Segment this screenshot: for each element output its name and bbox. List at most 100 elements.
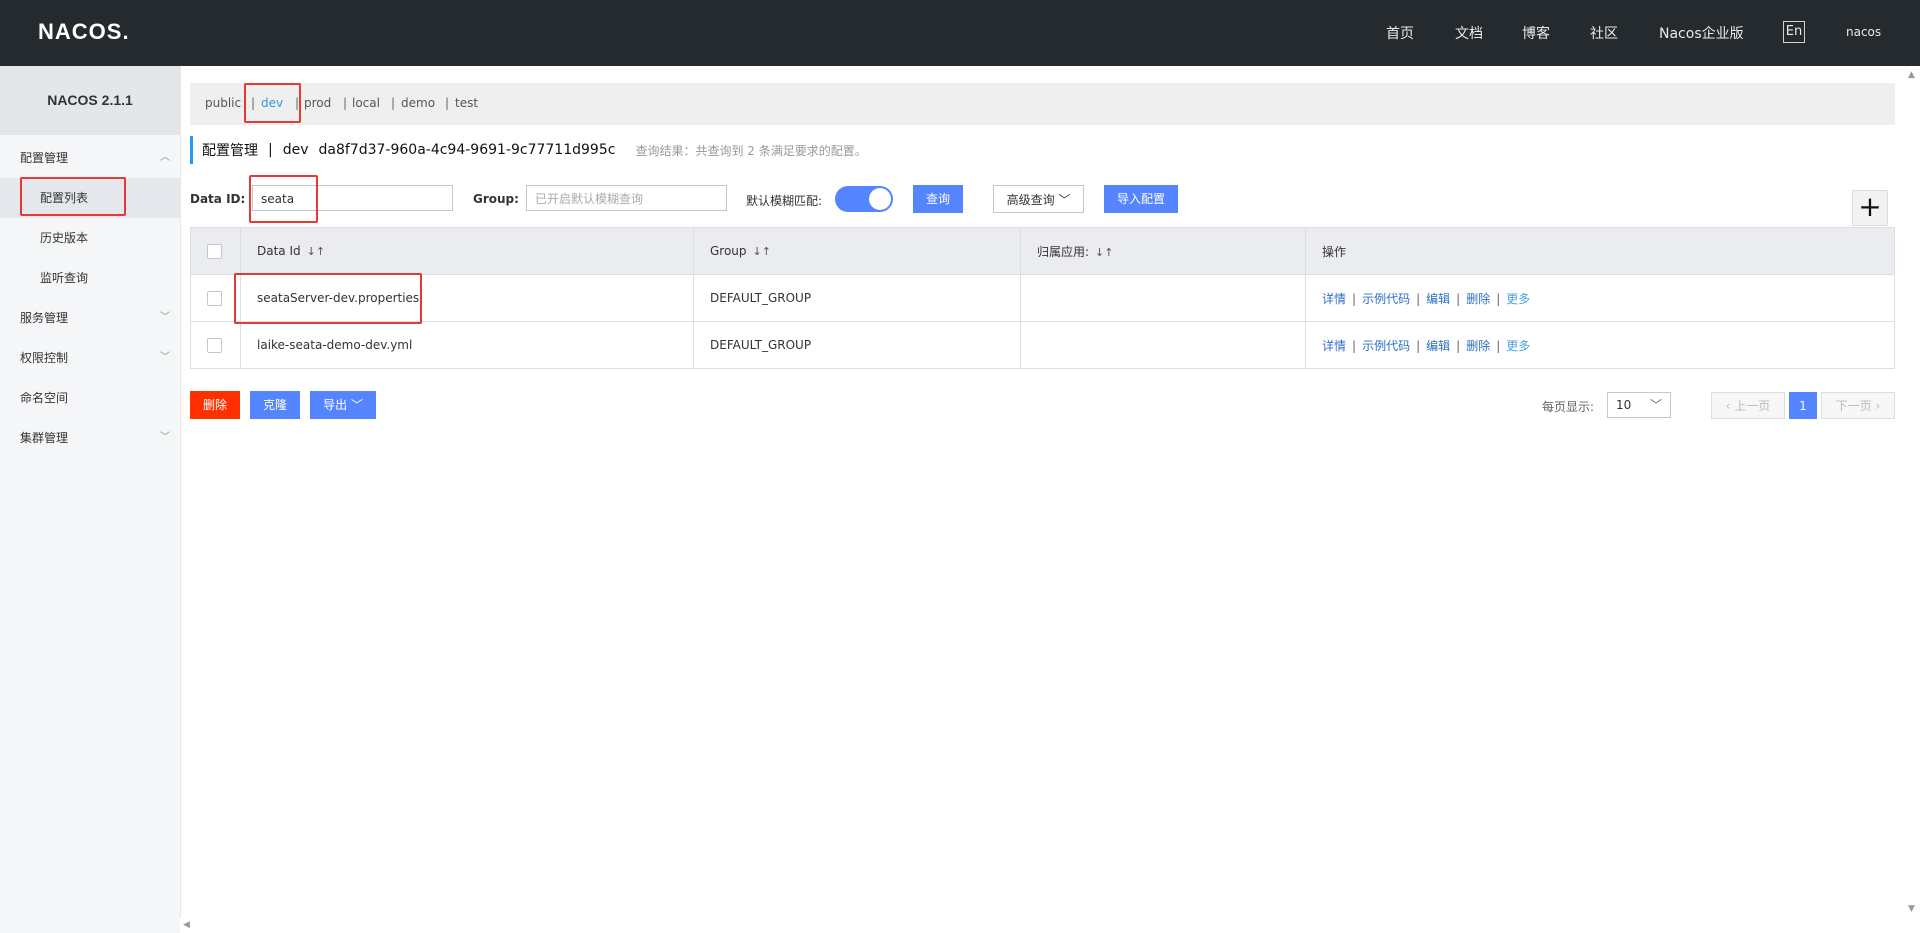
sort-icon[interactable]: ↓↑ <box>307 245 325 258</box>
col-group[interactable]: Group ↓↑ <box>693 227 1021 275</box>
user-name[interactable]: nacos <box>1846 25 1881 39</box>
namespace-demo[interactable]: demo <box>401 96 435 110</box>
row-checkbox-cell <box>190 274 241 322</box>
query-button[interactable]: 查询 <box>913 185 963 213</box>
col-app[interactable]: 归属应用: ↓↑ <box>1020 227 1306 275</box>
nav-community[interactable]: 社区 <box>1590 0 1618 66</box>
row-checkbox[interactable] <box>207 290 222 306</box>
ops-separator: | <box>1416 291 1421 306</box>
edit-link[interactable]: 编辑 <box>1426 339 1450 353</box>
nav-enterprise[interactable]: Nacos企业版 <box>1659 0 1744 66</box>
nav-blog[interactable]: 博客 <box>1522 0 1550 66</box>
detail-link[interactable]: 详情 <box>1322 339 1346 353</box>
batch-delete-button[interactable]: 删除 <box>190 391 240 419</box>
namespace-id: da8f7d37-960a-4c94-9691-9c77711d995c <box>318 142 616 158</box>
sort-icon[interactable]: ↓↑ <box>753 245 771 258</box>
horizontal-scrollbar[interactable]: ◀ <box>180 918 1905 933</box>
add-config-button[interactable]: + <box>1852 190 1888 226</box>
group-label: Group: <box>473 192 519 206</box>
config-table: Data Id ↓↑ Group ↓↑ 归属应用: ↓↑ 操作 seataServer… <box>190 227 1895 369</box>
clone-button[interactable]: 克隆 <box>250 391 300 419</box>
sort-icon[interactable]: ↓↑ <box>1095 246 1113 259</box>
col-ops: 操作 <box>1305 227 1895 275</box>
col-app-label: 归属应用: <box>1037 244 1090 259</box>
nav-docs[interactable]: 文档 <box>1455 0 1483 66</box>
sidebar-item-config[interactable]: 配置管理 ︿ <box>0 138 180 178</box>
next-page-button[interactable]: 下一页 › <box>1821 392 1895 419</box>
delete-link[interactable]: 删除 <box>1466 292 1490 306</box>
scroll-up-icon[interactable]: ▲ <box>1908 70 1915 80</box>
more-link[interactable]: 更多 <box>1506 339 1530 353</box>
data-id-label: Data ID: <box>190 192 246 206</box>
scroll-left-icon[interactable]: ◀ <box>183 920 190 930</box>
title-separator: | <box>268 142 273 158</box>
col-data-id[interactable]: Data Id ↓↑ <box>240 227 694 275</box>
group-input[interactable]: 已开启默认模糊查询 <box>526 185 727 211</box>
cell-ops: 详情 | 示例代码 | 编辑 | 删除 | 更多 <box>1305 274 1895 322</box>
sidebar-item-label: 监听查询 <box>40 271 89 285</box>
sidebar-item-cluster[interactable]: 集群管理 ﹀ <box>0 418 180 458</box>
table-row: seataServer-dev.properties DEFAULT_GROUP… <box>190 274 1895 322</box>
export-button[interactable]: 导出 ﹀ <box>310 391 376 419</box>
sidebar-item-namespace[interactable]: 命名空间 <box>0 378 180 418</box>
sample-code-link[interactable]: 示例代码 <box>1362 339 1410 353</box>
nav-docs-label[interactable]: 文档 <box>1455 23 1483 43</box>
page-1-button[interactable]: 1 <box>1789 392 1817 419</box>
nav-blog-label[interactable]: 博客 <box>1522 23 1550 43</box>
vertical-scrollbar[interactable]: ▲ ▼ <box>1905 66 1920 933</box>
chevron-up-icon: ︿ <box>160 152 170 163</box>
detail-link[interactable]: 详情 <box>1322 292 1346 306</box>
col-ops-label: 操作 <box>1322 244 1347 259</box>
page-title: 配置管理 <box>202 143 258 159</box>
sidebar-item-listener[interactable]: 监听查询 <box>0 258 180 298</box>
page-title-bar: 配置管理 | dev da8f7d37-960a-4c94-9691-9c777… <box>190 136 867 164</box>
ops-separator: | <box>1456 291 1461 306</box>
cell-group: DEFAULT_GROUP <box>693 274 1021 322</box>
version-brand: NACOS 2.1.1 <box>0 66 180 135</box>
prev-page-button[interactable]: ‹ 上一页 <box>1711 392 1785 419</box>
namespace-local[interactable]: local <box>352 96 380 110</box>
nav-enterprise-label[interactable]: Nacos企业版 <box>1659 23 1744 43</box>
sample-code-link[interactable]: 示例代码 <box>1362 292 1410 306</box>
highlight-box <box>234 273 422 324</box>
sidebar-item-label: 历史版本 <box>40 231 89 245</box>
namespace-separator: | <box>445 96 450 110</box>
advanced-query-button[interactable]: 高级查询 ﹀ <box>993 185 1084 213</box>
delete-link[interactable]: 删除 <box>1466 339 1490 353</box>
row-checkbox[interactable] <box>207 337 222 353</box>
chevron-left-icon: ‹ <box>1725 399 1735 413</box>
nacos-logo[interactable]: NACOS. <box>38 19 130 45</box>
fuzzy-match-label: 默认模糊匹配: <box>746 194 823 208</box>
fuzzy-match-toggle[interactable] <box>835 186 893 212</box>
row-checkbox-cell <box>190 321 241 369</box>
select-all-checkbox[interactable] <box>207 243 222 259</box>
sidebar-item-service[interactable]: 服务管理 ﹀ <box>0 298 180 338</box>
export-label: 导出 <box>323 398 348 412</box>
chevron-down-icon: ﹀ <box>160 352 170 363</box>
language-switch-button[interactable]: En <box>1783 21 1805 43</box>
sidebar-item-label: 集群管理 <box>20 431 69 445</box>
highlight-box <box>20 177 126 216</box>
namespace-name: dev <box>282 142 309 158</box>
ops-separator: | <box>1456 338 1461 353</box>
namespace-public[interactable]: public <box>205 96 241 110</box>
query-result-text: 查询结果：共查询到 2 条满足要求的配置。 <box>635 143 867 158</box>
cell-app <box>1020 274 1306 322</box>
table-row: laike-seata-demo-dev.yml DEFAULT_GROUP 详… <box>190 321 1895 369</box>
sidebar-item-auth[interactable]: 权限控制 ﹀ <box>0 338 180 378</box>
nav-home-label[interactable]: 首页 <box>1386 23 1414 43</box>
sidebar-item-label: 权限控制 <box>20 351 69 365</box>
namespace-prod[interactable]: prod <box>304 96 331 110</box>
ops-separator: | <box>1352 338 1357 353</box>
cell-app <box>1020 321 1306 369</box>
namespace-test[interactable]: test <box>455 96 478 110</box>
next-page-label: 下一页 <box>1835 399 1872 413</box>
sidebar-item-history[interactable]: 历史版本 <box>0 218 180 258</box>
scroll-down-icon[interactable]: ▼ <box>1908 904 1915 914</box>
nav-community-label[interactable]: 社区 <box>1590 23 1618 43</box>
more-link[interactable]: 更多 <box>1506 292 1530 306</box>
nav-home[interactable]: 首页 <box>1386 0 1414 66</box>
edit-link[interactable]: 编辑 <box>1426 292 1450 306</box>
import-config-button[interactable]: 导入配置 <box>1104 185 1178 213</box>
page-size-select[interactable]: 10 ﹀ <box>1607 392 1671 418</box>
